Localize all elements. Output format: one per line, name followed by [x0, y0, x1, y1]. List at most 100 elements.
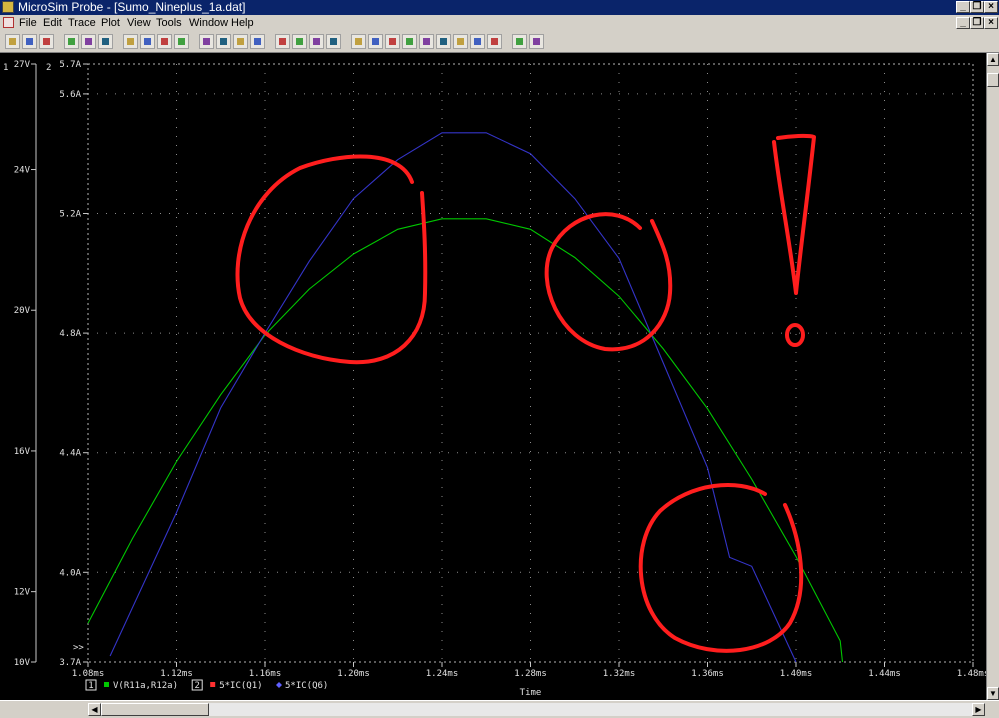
scroll-up-icon[interactable]: ▲: [987, 53, 999, 66]
cursor-max-icon-glyph: [423, 38, 430, 45]
fourier-icon-glyph: [220, 38, 227, 45]
menu-plot[interactable]: Plot: [101, 15, 120, 31]
horizontal-scrollbar[interactable]: ◀ ▶: [0, 700, 999, 718]
add-y-axis-icon[interactable]: [292, 34, 307, 49]
scroll-right-icon[interactable]: ▶: [972, 703, 985, 716]
legend-marker: [210, 682, 216, 687]
performance-icon-glyph: [237, 38, 244, 45]
log-x-icon[interactable]: [199, 34, 214, 49]
x-tick-label: 1.40ms: [780, 669, 813, 679]
plot-area[interactable]: 1.08ms 1.12ms 1.16ms 1.20ms 1.24ms 1.28ms 1.32…: [0, 53, 989, 700]
zoom-in-icon[interactable]: [123, 34, 138, 49]
x-tick-label: 1.12ms: [160, 669, 193, 679]
circle-annotation: [235, 154, 428, 365]
menu-tools[interactable]: Tools: [156, 15, 182, 31]
y-axis-1-tick-label: 16V: [14, 447, 31, 457]
menu-edit[interactable]: Edit: [43, 15, 62, 31]
maximize-icon[interactable]: ❐: [970, 1, 984, 13]
cursor-label-icon-glyph: [491, 38, 498, 45]
legend-marker: [276, 682, 282, 688]
zoom-in-icon-glyph: [127, 38, 134, 45]
cursor-next-icon[interactable]: [470, 34, 485, 49]
zoom-out-icon[interactable]: [140, 34, 155, 49]
x-tick-label: 1.48ms: [957, 669, 986, 679]
zoom-out-icon-glyph: [144, 38, 151, 45]
print-icon[interactable]: [39, 34, 54, 49]
menu-window[interactable]: Window: [189, 15, 228, 31]
document-icon[interactable]: [3, 17, 14, 28]
cursor-trough-icon-glyph: [372, 38, 379, 45]
close-icon[interactable]: ×: [984, 1, 998, 13]
scroll-thumb[interactable]: [987, 73, 999, 87]
vertical-scrollbar[interactable]: ▲ ▼: [986, 53, 999, 700]
legend-label: 5*IC(Q6): [285, 681, 328, 691]
y-axis-1-tick-label: 20V: [14, 306, 31, 316]
scroll-thumb[interactable]: [101, 703, 209, 716]
cursor-trough-icon[interactable]: [368, 34, 383, 49]
probe-chart[interactable]: 1.08ms 1.12ms 1.16ms 1.20ms 1.24ms 1.28ms 1.32…: [0, 53, 989, 700]
scroll-down-icon[interactable]: ▼: [987, 687, 999, 700]
cursor-peak-icon[interactable]: [351, 34, 366, 49]
cut-icon[interactable]: [64, 34, 79, 49]
eval-goal-icon-glyph: [330, 38, 337, 45]
paste-icon[interactable]: [98, 34, 113, 49]
cursor-label-icon[interactable]: [487, 34, 502, 49]
circle-annotation: [544, 212, 673, 352]
legend-label: 5*IC(Q1): [219, 681, 262, 691]
add-trace-icon-glyph: [279, 38, 286, 45]
cursor-point-icon[interactable]: [436, 34, 451, 49]
mark-label-icon[interactable]: [512, 34, 527, 49]
menu-file[interactable]: File: [19, 15, 37, 31]
y-axis-2-tick-label: 4.4A: [59, 449, 81, 459]
copy-icon[interactable]: [81, 34, 96, 49]
open-icon-glyph: [9, 38, 16, 45]
cursor-slope-icon[interactable]: [385, 34, 400, 49]
add-trace-icon[interactable]: [275, 34, 290, 49]
y-axis-1-tick-label: 10V: [14, 658, 31, 668]
series-line: [87, 218, 844, 663]
cursor-search-icon[interactable]: [453, 34, 468, 49]
open-icon[interactable]: [22, 34, 37, 49]
eval-goal-icon[interactable]: [326, 34, 341, 49]
cut-icon-glyph: [68, 38, 75, 45]
minimize-icon[interactable]: _: [956, 1, 970, 13]
scroll-track[interactable]: [88, 703, 985, 716]
x-tick-label: 1.16ms: [249, 669, 282, 679]
fourier-icon[interactable]: [216, 34, 231, 49]
menu-view[interactable]: View: [127, 15, 151, 31]
performance-icon[interactable]: [233, 34, 248, 49]
legend-axis-id: 2: [194, 681, 199, 691]
zoom-fit-icon-glyph: [178, 38, 185, 45]
menu-bar: File Edit Trace Plot View Tools Window H…: [0, 15, 999, 31]
open-icon[interactable]: [5, 34, 20, 49]
menu-help[interactable]: Help: [231, 15, 254, 31]
print-icon-glyph: [43, 38, 50, 45]
exclamation-annotation: [772, 133, 816, 295]
doc-restore-icon[interactable]: ❐: [970, 17, 984, 29]
paste-icon-glyph: [102, 38, 109, 45]
log-y-icon[interactable]: [250, 34, 265, 49]
zoom-area-icon[interactable]: [157, 34, 172, 49]
cursor-min-icon[interactable]: [402, 34, 417, 49]
y-axis-2-id: 2: [46, 63, 51, 73]
copy-icon-glyph: [85, 38, 92, 45]
add-plot-icon-glyph: [313, 38, 320, 45]
zoom-area-icon-glyph: [161, 38, 168, 45]
y-axis-2-tick-label: 5.6A: [59, 90, 81, 100]
doc-minimize-icon[interactable]: _: [956, 17, 970, 29]
y-axis-1-tick-label: 24V: [14, 166, 31, 176]
app-icon[interactable]: [2, 1, 14, 13]
zoom-fit-icon[interactable]: [174, 34, 189, 49]
x-tick-label: 1.08ms: [72, 669, 105, 679]
menu-trace[interactable]: Trace: [68, 15, 96, 31]
title-bar: MicroSim Probe - [Sumo_Nineplus_1a.dat] …: [0, 0, 999, 15]
x-tick-label: 1.20ms: [337, 669, 370, 679]
open-icon-glyph: [26, 38, 33, 45]
doc-close-icon[interactable]: ×: [984, 17, 998, 29]
cursor-max-icon[interactable]: [419, 34, 434, 49]
x-tick-label: 1.32ms: [603, 669, 636, 679]
legend-marker: [104, 682, 109, 687]
add-plot-icon[interactable]: [309, 34, 324, 49]
scroll-left-icon[interactable]: ◀: [88, 703, 101, 716]
mark-data-icon[interactable]: [529, 34, 544, 49]
